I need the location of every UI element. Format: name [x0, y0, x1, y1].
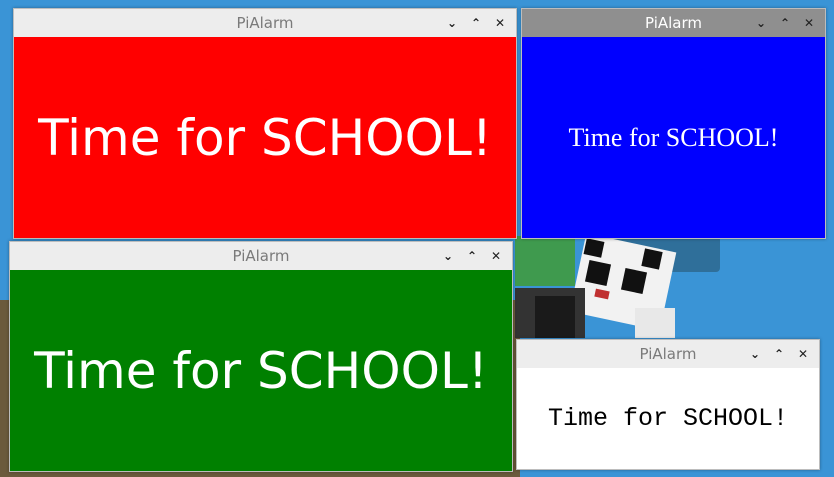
- maximize-button[interactable]: ⌃: [468, 15, 484, 31]
- window-titlebar[interactable]: PiAlarm ⌄ ⌃ ✕: [522, 9, 825, 37]
- minimize-button[interactable]: ⌄: [753, 15, 769, 31]
- window-title: PiAlarm: [644, 14, 703, 32]
- alarm-message: Time for SCHOOL!: [547, 404, 789, 433]
- pialarm-window-red[interactable]: PiAlarm ⌄ ⌃ ✕ Time for SCHOOL!: [13, 8, 517, 239]
- window-titlebar[interactable]: PiAlarm ⌄ ⌃ ✕: [10, 242, 512, 270]
- alarm-content: Time for SCHOOL!: [522, 37, 825, 238]
- window-title: PiAlarm: [232, 247, 290, 265]
- panda-character-image: [515, 233, 677, 338]
- alarm-content: Time for SCHOOL!: [517, 368, 819, 469]
- window-titlebar[interactable]: PiAlarm ⌄ ⌃ ✕: [14, 9, 516, 37]
- pialarm-window-green[interactable]: PiAlarm ⌄ ⌃ ✕ Time for SCHOOL!: [9, 241, 513, 472]
- close-button[interactable]: ✕: [795, 346, 811, 362]
- alarm-message: Time for SCHOOL!: [38, 108, 492, 167]
- pialarm-window-white[interactable]: PiAlarm ⌄ ⌃ ✕ Time for SCHOOL!: [516, 339, 820, 470]
- maximize-button[interactable]: ⌃: [771, 346, 787, 362]
- window-title: PiAlarm: [236, 14, 294, 32]
- minimize-button[interactable]: ⌄: [747, 346, 763, 362]
- close-button[interactable]: ✕: [488, 248, 504, 264]
- alarm-content: Time for SCHOOL!: [14, 37, 516, 238]
- minimize-button[interactable]: ⌄: [440, 248, 456, 264]
- maximize-button[interactable]: ⌃: [464, 248, 480, 264]
- maximize-button[interactable]: ⌃: [777, 15, 793, 31]
- window-title: PiAlarm: [639, 345, 697, 363]
- minimize-button[interactable]: ⌄: [444, 15, 460, 31]
- window-titlebar[interactable]: PiAlarm ⌄ ⌃ ✕: [517, 340, 819, 368]
- close-button[interactable]: ✕: [492, 15, 508, 31]
- alarm-message: Time for SCHOOL!: [568, 122, 779, 152]
- alarm-content: Time for SCHOOL!: [10, 270, 512, 471]
- pialarm-window-blue[interactable]: PiAlarm ⌄ ⌃ ✕ Time for SCHOOL!: [521, 8, 826, 239]
- alarm-message: Time for SCHOOL!: [34, 341, 488, 400]
- close-button[interactable]: ✕: [801, 15, 817, 31]
